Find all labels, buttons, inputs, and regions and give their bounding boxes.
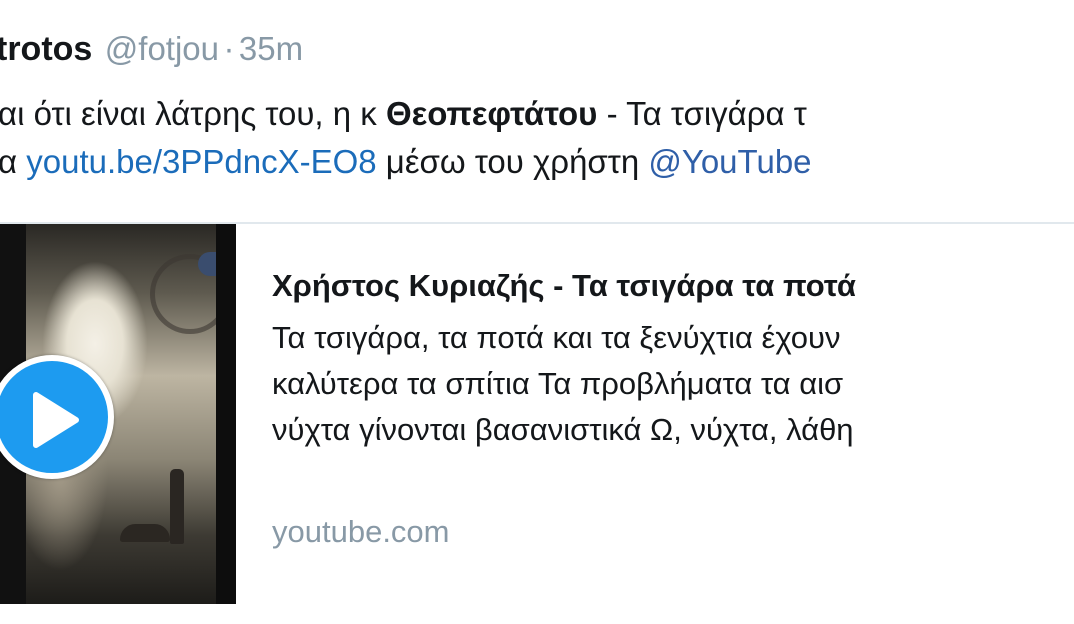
card-description-line: Τα τσιγάρα, τα ποτά και τα ξενύχτια έχου… xyxy=(272,320,841,355)
tweet-text-segment: - Τα τσιγάρα τ xyxy=(597,95,807,132)
author-handle[interactable]: @fotjou xyxy=(105,30,219,67)
tweet-text-line-2: α youtu.be/3PPdncX-EO8 μέσω του χρήστη @… xyxy=(0,140,812,184)
thumbnail-shade xyxy=(216,224,236,604)
thumbnail-detail xyxy=(170,469,184,544)
tweet-url-link[interactable]: youtu.be/3PPdncX-EO8 xyxy=(26,143,376,180)
tweet-text-bold: Θεοπεφτάτου xyxy=(385,95,598,132)
card-domain: youtube.com xyxy=(272,514,450,549)
tweet-text-segment: μέσω του χρήστη xyxy=(376,143,649,180)
author-name[interactable]: trotos xyxy=(0,30,92,68)
mention-link[interactable]: @YouTube xyxy=(648,143,811,180)
tweet-text-segment: α xyxy=(0,143,27,180)
card-description-line: καλύτερα τα σπίτια Τα προβλήματα τα αισ xyxy=(272,366,844,401)
tweet-header: trotos @fotjou · 35m xyxy=(0,30,303,80)
thumbnail-detail xyxy=(120,524,170,542)
card-description-line: νύχτα γίνονται βασανιστικά Ω, νύχτα, λάθ… xyxy=(272,412,854,447)
tweet-text-segment: αι ότι είναι λάτρης του, η κ xyxy=(0,95,386,132)
tweet-text-line-1: αι ότι είναι λάτρης του, η κ Θεοπεφτάτου… xyxy=(0,92,807,136)
tweet-timestamp[interactable]: 35m xyxy=(239,30,303,67)
card-title[interactable]: Χρήστος Κυριαζής - Τα τσιγάρα τα ποτά xyxy=(272,268,856,304)
header-separator: · xyxy=(223,30,235,67)
